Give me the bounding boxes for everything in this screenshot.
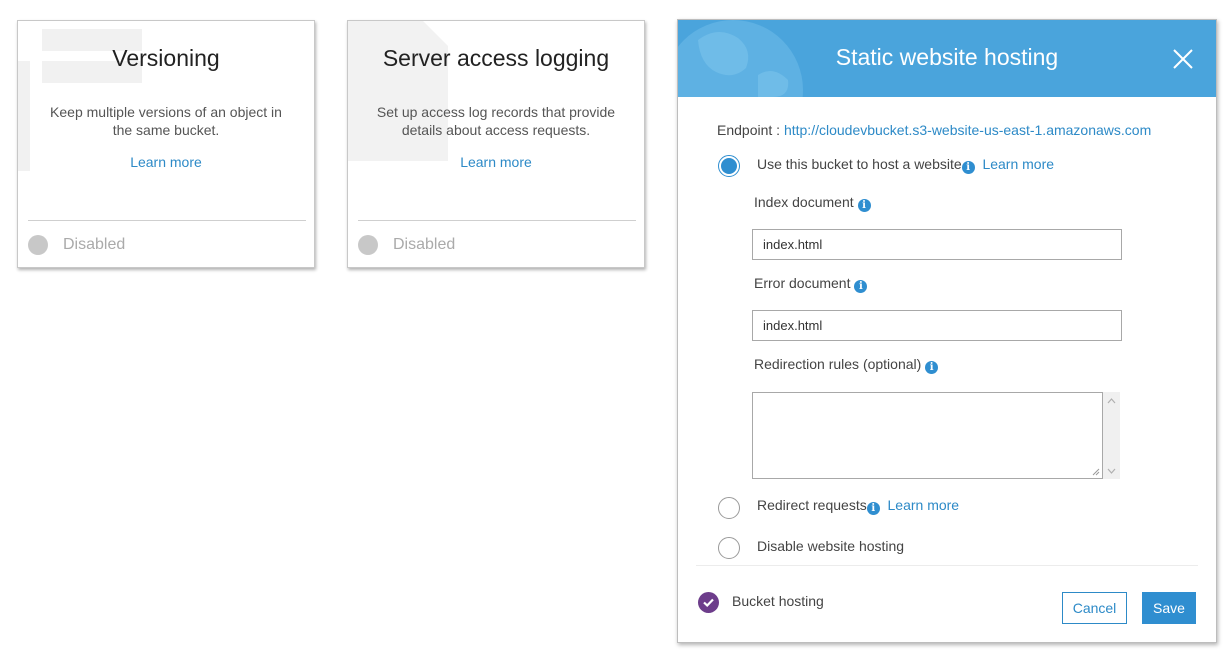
disable-hosting-radio[interactable] bbox=[718, 537, 740, 559]
error-document-field-label: Error document i bbox=[754, 275, 868, 293]
info-icon[interactable]: i bbox=[925, 361, 939, 374]
index-document-label: Index document bbox=[754, 194, 854, 210]
redirect-requests-label: Redirect requests bbox=[757, 497, 867, 513]
redirect-requests-radio[interactable] bbox=[718, 497, 740, 519]
versioning-status: Disabled bbox=[28, 235, 125, 255]
close-icon[interactable] bbox=[1172, 48, 1194, 70]
redirect-requests-option: Redirect requests i Learn more bbox=[757, 497, 959, 515]
card-divider bbox=[28, 220, 306, 221]
status-text: Disabled bbox=[63, 236, 126, 253]
status-dot-icon bbox=[358, 235, 378, 255]
endpoint-label: Endpoint : bbox=[717, 122, 781, 138]
disable-hosting-label: Disable website hosting bbox=[757, 538, 905, 554]
index-document-field-label: Index document i bbox=[754, 194, 871, 212]
versioning-card: Versioning Keep multiple versions of an … bbox=[17, 20, 315, 268]
versioning-learn-more-link[interactable]: Learn more bbox=[18, 154, 314, 170]
card-title: Versioning bbox=[112, 45, 220, 71]
info-icon[interactable]: i bbox=[857, 199, 871, 212]
redirect-requests-learn-more-link[interactable]: Learn more bbox=[888, 497, 960, 513]
redirection-rules-label: Redirection rules (optional) bbox=[754, 356, 922, 372]
host-website-label: Use this bucket to host a website bbox=[757, 156, 962, 172]
info-icon[interactable]: i bbox=[866, 502, 880, 515]
scroll-up-arrow-icon[interactable] bbox=[1107, 398, 1116, 404]
card-description: Set up access log records that provide d… bbox=[376, 104, 616, 138]
scroll-down-arrow-icon[interactable] bbox=[1107, 468, 1116, 474]
cancel-button[interactable]: Cancel bbox=[1062, 592, 1127, 624]
endpoint-row: Endpoint : http://cloudevbucket.s3-websi… bbox=[717, 122, 1151, 138]
document-background-icon bbox=[348, 21, 448, 161]
dialog-header: Static website hosting bbox=[678, 20, 1216, 97]
save-button[interactable]: Save bbox=[1142, 592, 1196, 624]
dialog-title: Static website hosting bbox=[835, 44, 1059, 70]
check-circle-icon bbox=[698, 592, 719, 613]
endpoint-url-link[interactable]: http://cloudevbucket.s3-website-us-east-… bbox=[784, 122, 1151, 138]
server-access-logging-card: Server access logging Set up access log … bbox=[347, 20, 645, 268]
info-icon[interactable]: i bbox=[961, 161, 975, 174]
card-divider bbox=[358, 220, 636, 221]
redirection-rules-textarea[interactable] bbox=[752, 392, 1103, 479]
status-dot-icon bbox=[28, 235, 48, 255]
static-website-hosting-dialog: Static website hosting Endpoint : http:/… bbox=[677, 19, 1217, 643]
card-title: Server access logging bbox=[382, 45, 610, 71]
status-text: Disabled bbox=[393, 236, 456, 253]
resize-grip-icon[interactable] bbox=[1092, 468, 1100, 476]
error-document-label: Error document bbox=[754, 275, 851, 291]
host-website-radio[interactable] bbox=[718, 155, 740, 177]
host-website-learn-more-link[interactable]: Learn more bbox=[982, 156, 1054, 172]
redirection-rules-field-label: Redirection rules (optional) i bbox=[754, 356, 939, 374]
card-description: Keep multiple versions of an object in t… bbox=[50, 104, 282, 138]
bucket-hosting-status: Bucket hosting bbox=[732, 593, 824, 609]
logging-learn-more-link[interactable]: Learn more bbox=[348, 154, 644, 170]
textarea-scrollbar[interactable] bbox=[1103, 392, 1120, 479]
host-website-option: Use this bucket to host a website i Learn… bbox=[757, 156, 1054, 174]
logging-status: Disabled bbox=[358, 235, 455, 255]
index-document-input[interactable] bbox=[752, 229, 1122, 260]
error-document-input[interactable] bbox=[752, 310, 1122, 341]
info-icon[interactable]: i bbox=[854, 280, 868, 293]
footer-divider bbox=[696, 565, 1198, 566]
